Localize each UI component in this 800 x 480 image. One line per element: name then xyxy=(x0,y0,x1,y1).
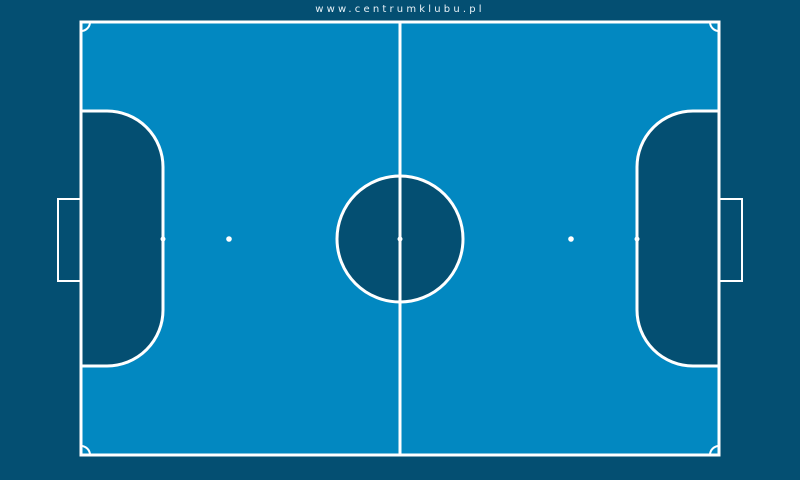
pitch-stage: www.centrumklubu.pl xyxy=(0,0,800,480)
right-second-penalty-spot xyxy=(568,236,574,242)
left-penalty-area xyxy=(79,109,165,368)
right-penalty-area xyxy=(635,109,721,368)
left-penalty-spot xyxy=(160,236,166,242)
right-goal xyxy=(718,198,743,282)
futsal-pitch-diagram xyxy=(57,20,743,457)
right-penalty-spot xyxy=(634,236,640,242)
left-second-penalty-spot xyxy=(226,236,232,242)
center-spot xyxy=(397,236,403,242)
left-goal xyxy=(57,198,82,282)
